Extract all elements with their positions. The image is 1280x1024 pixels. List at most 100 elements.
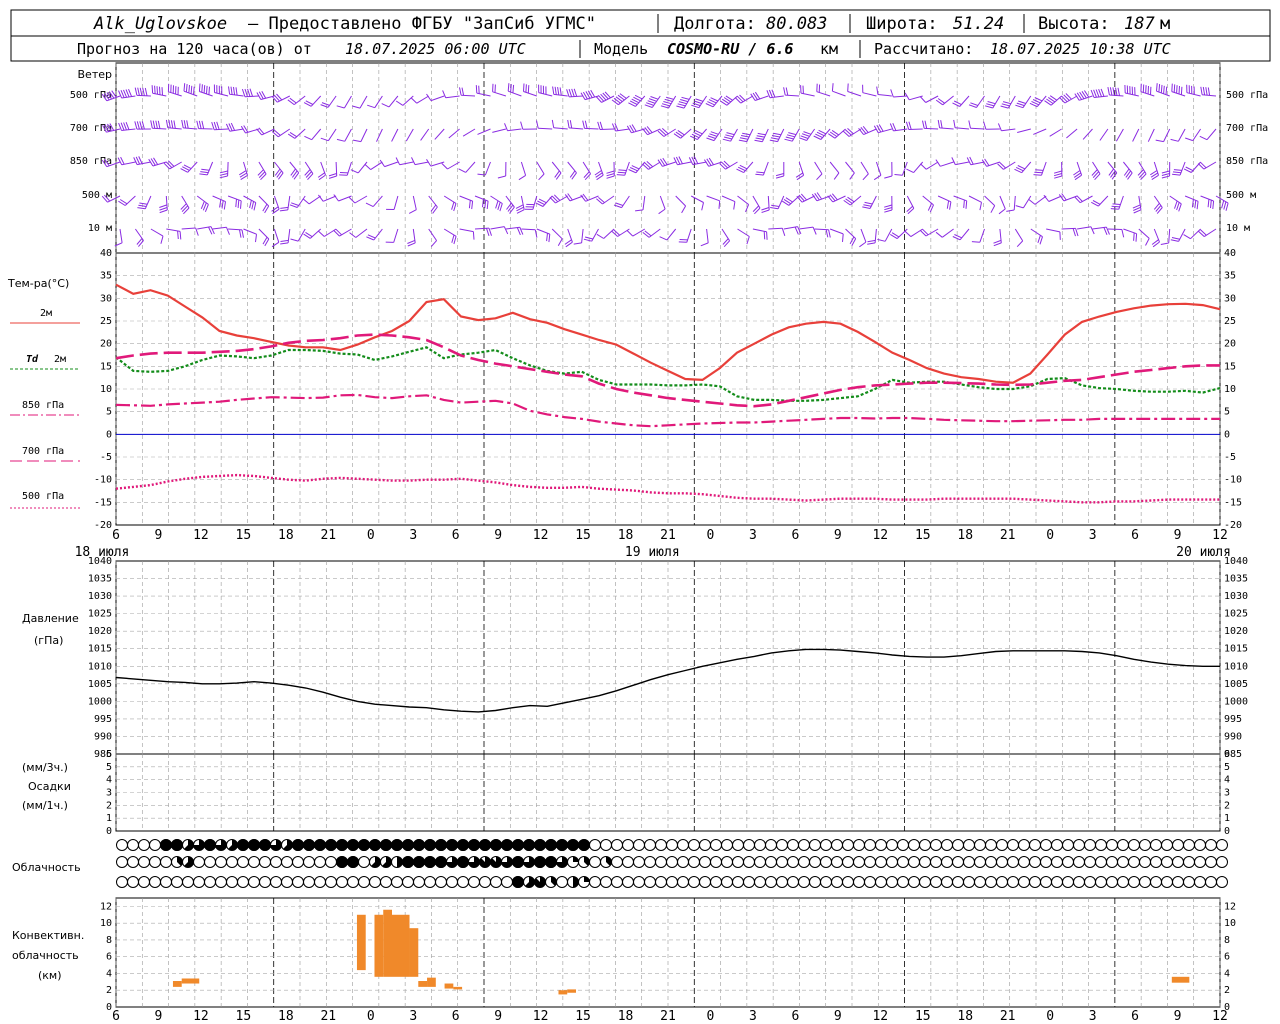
pressure-tick-right: 1005 bbox=[1224, 679, 1248, 690]
conv-tick-right: 12 bbox=[1224, 901, 1236, 912]
wind-barb bbox=[659, 195, 666, 210]
wind-barb-flags bbox=[165, 119, 176, 129]
hour-tick-label: 21 bbox=[1000, 1009, 1016, 1024]
cloud-fill bbox=[512, 856, 524, 868]
wind-barb bbox=[1138, 228, 1150, 239]
cloud-fill bbox=[402, 856, 414, 868]
hour-tick-label: 3 bbox=[749, 528, 757, 543]
wind-barb-flags bbox=[1183, 234, 1191, 240]
hour-tick-label: 3 bbox=[409, 1009, 417, 1024]
wind-barb-flags bbox=[183, 83, 195, 95]
conv-axis-label-3: (км) bbox=[38, 969, 62, 982]
conv-bar bbox=[383, 909, 392, 977]
wind-barb bbox=[521, 228, 536, 231]
wind-barb bbox=[445, 95, 460, 99]
forecast-from: 18.07.2025 06:00 UTC bbox=[345, 40, 526, 58]
hour-tick-label: 9 bbox=[155, 528, 163, 543]
cloud-fill bbox=[303, 839, 315, 851]
wind-barb bbox=[1001, 128, 1016, 132]
wind-barb-flags bbox=[580, 193, 589, 202]
conv-bar bbox=[181, 978, 200, 984]
wind-barb-flags bbox=[1108, 168, 1118, 180]
wind-barb bbox=[323, 195, 337, 202]
cloud-circle bbox=[996, 839, 1008, 851]
wind-barb-flags bbox=[816, 173, 823, 181]
cloud-circle bbox=[853, 839, 865, 851]
alt-value: 187 bbox=[1124, 14, 1155, 34]
cloud-circle bbox=[721, 856, 733, 868]
wind-level-label-right: 700 гПа bbox=[1226, 123, 1268, 134]
wind-barb-flags bbox=[1058, 93, 1072, 104]
temp-tick-right: 10 bbox=[1224, 384, 1236, 395]
wind-barb-flags bbox=[761, 207, 770, 213]
hour-tick-label: 21 bbox=[660, 528, 676, 543]
conv-bar bbox=[374, 914, 384, 977]
wind-barb bbox=[968, 195, 982, 203]
cloud-circle bbox=[1117, 856, 1129, 868]
wind-barb-flags bbox=[472, 231, 475, 240]
cloud-circle bbox=[138, 839, 150, 851]
cloud-fill bbox=[545, 839, 557, 851]
cloud-fill bbox=[336, 856, 348, 868]
cloud-circle bbox=[314, 856, 326, 868]
pressure-tick-left: 995 bbox=[94, 714, 112, 725]
wind-barb bbox=[338, 195, 352, 202]
wind-barb-flags bbox=[441, 163, 448, 170]
cloud-circle bbox=[116, 839, 128, 851]
cloud-circle bbox=[303, 876, 315, 888]
cloud-circle bbox=[985, 839, 997, 851]
wind-barb-flags bbox=[1185, 137, 1193, 142]
wind-barb-flags bbox=[1199, 135, 1208, 141]
wind-barb bbox=[847, 91, 862, 97]
cloud-circle bbox=[952, 856, 964, 868]
wind-barb-flags bbox=[497, 175, 506, 179]
wind-barb bbox=[814, 161, 823, 175]
wind-barb-flags bbox=[1200, 86, 1211, 96]
temp-tick-right: -10 bbox=[1224, 475, 1242, 486]
pressure-tick-right: 1010 bbox=[1224, 661, 1248, 672]
cloud-fill bbox=[523, 839, 535, 851]
cloud-circle bbox=[435, 876, 447, 888]
cloud-circle bbox=[1117, 876, 1129, 888]
pressure-tick-right: 1040 bbox=[1224, 556, 1248, 567]
cloud-fill bbox=[204, 839, 216, 851]
hour-tick-label: 21 bbox=[660, 1009, 676, 1024]
wind-barb bbox=[910, 228, 923, 238]
cloud-circle bbox=[138, 876, 150, 888]
cloud-circle bbox=[1194, 856, 1206, 868]
hour-tick-label: 9 bbox=[834, 1009, 842, 1024]
wind-barb bbox=[393, 228, 399, 243]
cloud-circle bbox=[1062, 839, 1074, 851]
cloud-circle bbox=[1150, 856, 1162, 868]
wind-barb-flags bbox=[475, 85, 480, 94]
wind-barb-flags bbox=[518, 174, 526, 181]
cloud-circle bbox=[644, 839, 656, 851]
hour-tick-label: 6 bbox=[112, 528, 120, 543]
wind-barb-flags bbox=[150, 120, 161, 129]
cloud-circle bbox=[952, 839, 964, 851]
wind-barb bbox=[942, 228, 954, 238]
wind-barb bbox=[913, 161, 924, 173]
wind-barb-flags bbox=[998, 208, 1006, 215]
wind-barb bbox=[399, 161, 414, 166]
wind-barb bbox=[344, 128, 352, 142]
cloud-circle bbox=[754, 856, 766, 868]
precip-tick-right: 0 bbox=[1224, 826, 1230, 837]
hour-tick-label: 15 bbox=[915, 528, 931, 543]
cloud-circle bbox=[270, 876, 282, 888]
cloud-circle bbox=[1062, 856, 1074, 868]
cloud-symbols bbox=[116, 839, 1228, 888]
wind-barb-flags bbox=[1074, 90, 1090, 101]
wind-barb bbox=[551, 228, 563, 240]
conv-tick-left: 12 bbox=[100, 901, 112, 912]
wind-barb-flags bbox=[775, 173, 784, 179]
wind-barb bbox=[603, 228, 615, 239]
hour-tick-label: 6 bbox=[791, 1009, 799, 1024]
cloud-circle bbox=[171, 876, 183, 888]
wind-barb-flags bbox=[904, 230, 912, 237]
cloud-circle bbox=[754, 876, 766, 888]
cloud-circle bbox=[974, 839, 986, 851]
cloud-circle bbox=[369, 876, 381, 888]
cloud-fill bbox=[325, 839, 337, 851]
cloud-circle bbox=[1161, 839, 1173, 851]
